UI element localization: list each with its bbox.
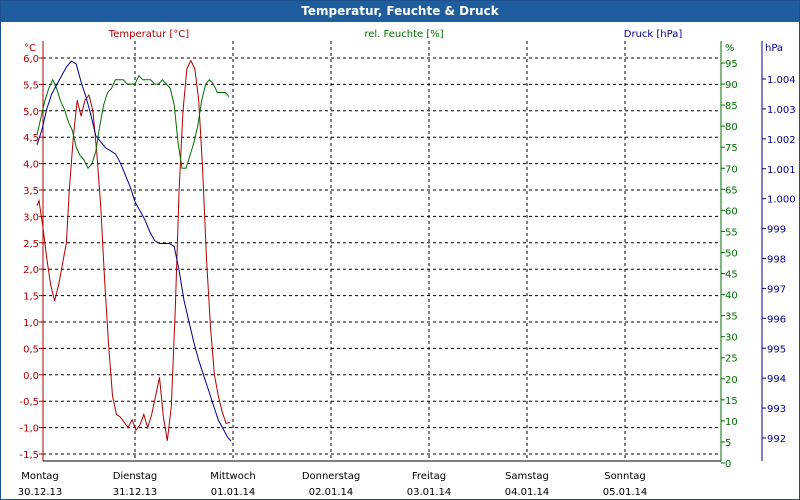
temperature-tick-label: 3,5 xyxy=(23,186,39,197)
pressure-tick-label: 996 xyxy=(767,314,786,325)
humidity-tick-label: 35 xyxy=(725,312,738,323)
humidity-tick-label: 65 xyxy=(725,185,738,196)
weather-chart: 6,0 5,5 5,0 4,5 4,0 3,5 3,0 2,5 2,0 1,5 1,0 0,5 0,0 -… xyxy=(18,29,796,498)
temperature-tick-label: 0,5 xyxy=(23,344,39,355)
pressure-tick-label: 1.004 xyxy=(767,75,796,86)
humidity-tick-label: 55 xyxy=(725,227,738,238)
humidity-tick-label: 90 xyxy=(725,80,738,91)
pressure-tick-label: 993 xyxy=(767,404,786,415)
temperature-tick-label: -0,5 xyxy=(19,397,39,408)
humidity-tick-label: 85 xyxy=(725,101,738,112)
temperature-tick-label: 2,5 xyxy=(23,239,39,250)
temperature-tick-label: 5,5 xyxy=(23,80,39,91)
x-tick-day: Sonntag xyxy=(604,471,646,482)
temperature-tick-label: 5,0 xyxy=(23,107,39,118)
pressure-tick-label: 1.000 xyxy=(767,195,796,206)
temperature-tick-label: 6,0 xyxy=(23,54,39,65)
humidity-tick-label: 15 xyxy=(725,396,738,407)
humidity-tick-label: 45 xyxy=(725,270,738,281)
humidity-tick-label: 10 xyxy=(725,417,738,428)
temperature-tick-label: 2,0 xyxy=(23,265,39,276)
chart-window: Temperatur, Feuchte & Druck 6,0 5,5 5,0 4,5… xyxy=(0,0,800,500)
pressure-tick-label: 995 xyxy=(767,344,786,355)
humidity-tick-label: 5 xyxy=(725,438,731,449)
temperature-axis-label: Temperatur [°C] xyxy=(108,29,189,40)
x-tick-date: 05.01.14 xyxy=(603,487,648,498)
x-tick-day: Samstag xyxy=(505,471,549,482)
x-tick-date: 31.12.13 xyxy=(113,487,158,498)
temperature-tick-label: -1,0 xyxy=(19,424,39,435)
temperature-tick-label: -1,5 xyxy=(19,450,39,461)
humidity-tick-label: 30 xyxy=(725,333,738,344)
pressure-axis-label: Druck [hPa] xyxy=(624,29,683,40)
humidity-tick-label: 75 xyxy=(725,143,738,154)
x-tick-date: 30.12.13 xyxy=(18,487,63,498)
humidity-tick-label: 80 xyxy=(725,122,738,133)
humidity-tick-label: 0 xyxy=(725,459,731,470)
temperature-tick-label: 1,5 xyxy=(23,292,39,303)
pressure-tick-label: 1.002 xyxy=(767,135,796,146)
humidity-tick-label: 20 xyxy=(725,375,738,386)
humidity-axis-label: rel. Feuchte [%] xyxy=(364,29,443,40)
pressure-series-line xyxy=(36,60,232,442)
humidity-tick-label: 40 xyxy=(725,291,738,302)
pressure-tick-label: 1.003 xyxy=(767,105,796,116)
humidity-unit: % xyxy=(725,43,735,54)
pressure-unit: hPa xyxy=(765,43,783,54)
pressure-tick-label: 999 xyxy=(767,225,786,236)
x-tick-day: Donnerstag xyxy=(302,471,360,482)
pressure-tick-label: 998 xyxy=(767,255,786,266)
x-tick-date: 04.01.14 xyxy=(505,487,550,498)
temperature-unit: °C xyxy=(24,43,36,54)
humidity-tick-label: 25 xyxy=(725,354,738,365)
humidity-tick-label: 95 xyxy=(725,59,738,70)
temperature-tick-label: 0,0 xyxy=(23,371,39,382)
x-tick-date: 03.01.14 xyxy=(407,487,452,498)
x-tick-day: Freitag xyxy=(412,471,446,482)
pressure-tick-label: 994 xyxy=(767,374,786,385)
x-tick-date: 02.01.14 xyxy=(309,487,354,498)
humidity-tick-label: 60 xyxy=(725,206,738,217)
x-tick-day: Dienstag xyxy=(113,471,158,482)
pressure-tick-label: 1.001 xyxy=(767,165,796,176)
pressure-tick-label: 992 xyxy=(767,434,786,445)
humidity-tick-label: 50 xyxy=(725,248,738,259)
x-tick-day: Montag xyxy=(21,471,58,482)
temperature-tick-label: 1,0 xyxy=(23,318,39,329)
temperature-tick-label: 3,0 xyxy=(23,212,39,223)
temperature-tick-label: 4,5 xyxy=(23,133,39,144)
temperature-series-line xyxy=(36,59,231,441)
x-tick-day: Mittwoch xyxy=(210,471,255,482)
x-tick-date: 01.01.14 xyxy=(211,487,256,498)
temperature-tick-label: 4,0 xyxy=(23,160,39,171)
humidity-tick-label: 70 xyxy=(725,164,738,175)
pressure-tick-label: 997 xyxy=(767,284,786,295)
